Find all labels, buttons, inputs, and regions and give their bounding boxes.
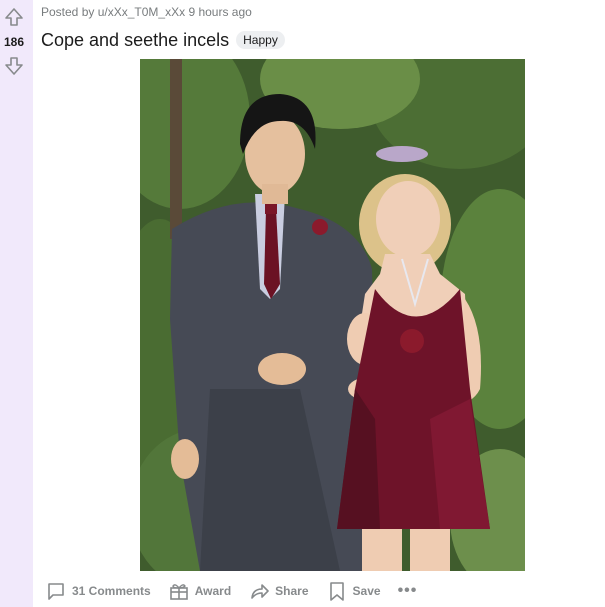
downvote-arrow-icon[interactable] xyxy=(3,55,25,77)
comments-button[interactable]: 31 Comments xyxy=(41,579,156,603)
award-button[interactable]: Award xyxy=(164,579,236,603)
post-meta: Posted by u/xXx_T0M_xXx 9 hours ago xyxy=(41,5,252,19)
save-label: Save xyxy=(352,584,381,598)
posted-by-label: Posted by xyxy=(41,5,95,19)
post-photo xyxy=(140,59,525,571)
save-button[interactable]: Save xyxy=(322,579,386,603)
post-timestamp[interactable]: 9 hours ago xyxy=(188,5,251,19)
comments-label: 31 Comments xyxy=(72,584,151,598)
upvote-arrow-icon[interactable] xyxy=(3,6,25,28)
award-label: Award xyxy=(194,584,232,598)
flair-badge[interactable]: Happy xyxy=(236,31,285,49)
more-dots-icon[interactable]: ••• xyxy=(394,582,422,600)
gift-icon xyxy=(169,581,189,601)
bookmark-icon xyxy=(327,581,347,601)
vote-rail: 186 xyxy=(0,0,33,607)
vote-count: 186 xyxy=(3,35,25,49)
title-row: Cope and seethe incels Happy xyxy=(41,29,285,51)
comment-bubble-icon xyxy=(46,581,66,601)
share-arrow-icon xyxy=(249,581,269,601)
post-title[interactable]: Cope and seethe incels xyxy=(41,30,229,51)
share-label: Share xyxy=(275,584,309,598)
share-button[interactable]: Share xyxy=(244,579,313,603)
post-action-bar: 31 Comments Award Share Save ••• xyxy=(41,578,421,604)
author-link[interactable]: u/xXx_T0M_xXx xyxy=(98,5,185,19)
post-image[interactable] xyxy=(140,59,525,571)
